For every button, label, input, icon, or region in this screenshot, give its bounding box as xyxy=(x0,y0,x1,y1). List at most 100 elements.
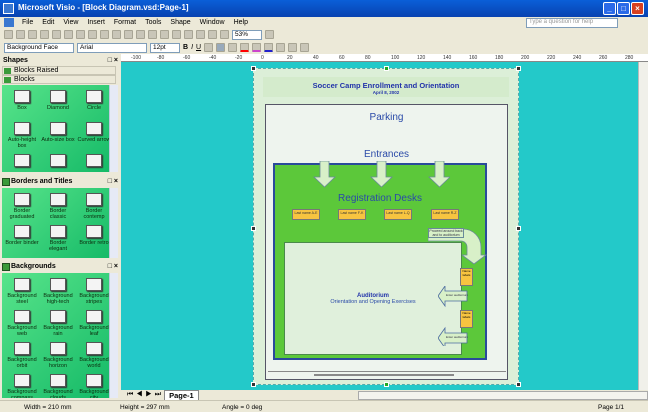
align-right-icon[interactable] xyxy=(228,43,238,52)
help-search-input[interactable]: Type a question for help xyxy=(526,18,618,28)
shape-icon xyxy=(50,90,66,103)
paste-icon[interactable] xyxy=(100,30,109,39)
menu-view[interactable]: View xyxy=(63,19,78,26)
redo-icon[interactable] xyxy=(136,30,145,39)
line-weight-icon[interactable] xyxy=(276,43,286,52)
stencil-shape[interactable]: Background horizon xyxy=(41,341,75,371)
connector-icon[interactable] xyxy=(172,30,181,39)
align-center-icon[interactable] xyxy=(216,43,226,52)
selection-handle[interactable] xyxy=(251,66,256,71)
stencil-shape[interactable]: Curved arrow xyxy=(77,121,111,151)
selection-handle[interactable] xyxy=(516,226,521,231)
line-ends-icon[interactable] xyxy=(300,43,310,52)
scrollbar[interactable] xyxy=(109,273,118,398)
menu-edit[interactable]: Edit xyxy=(42,19,54,26)
menu-shape[interactable]: Shape xyxy=(170,19,190,26)
vertical-scrollbar[interactable] xyxy=(638,62,648,390)
menu-tools[interactable]: Tools xyxy=(145,19,161,26)
page-nav-icon[interactable]: ⏮◀▶⏭ xyxy=(127,391,164,399)
stencil-shape[interactable]: Background orbit xyxy=(5,341,39,371)
bold-button[interactable]: B xyxy=(183,44,188,51)
title-bar: Microsoft Visio - [Block Diagram.vsd:Pag… xyxy=(0,0,648,17)
selection-handle[interactable] xyxy=(384,66,389,71)
spelling-icon[interactable] xyxy=(64,30,73,39)
zoom-select[interactable]: 53% xyxy=(232,29,262,40)
stencil-shape[interactable]: Border contemp xyxy=(77,192,111,222)
shape-icon xyxy=(50,374,66,387)
selection-handle[interactable] xyxy=(251,226,256,231)
font-select[interactable]: Arial xyxy=(77,42,147,53)
font-size-select[interactable]: 12pt xyxy=(150,42,180,53)
save-icon[interactable] xyxy=(28,30,37,39)
menu-file[interactable]: File xyxy=(22,19,33,26)
undo-icon[interactable] xyxy=(124,30,133,39)
print-icon[interactable] xyxy=(40,30,49,39)
stencil-shape[interactable] xyxy=(41,153,75,172)
cut-icon[interactable] xyxy=(76,30,85,39)
stencil-shape[interactable] xyxy=(77,153,111,172)
pointer-tool-icon[interactable] xyxy=(160,30,169,39)
menu-window[interactable]: Window xyxy=(200,19,225,26)
menu-format[interactable]: Format xyxy=(114,19,136,26)
minimize-button[interactable]: _ xyxy=(603,2,616,15)
stencil-blocks-raised[interactable]: Blocks Raised xyxy=(2,66,116,75)
stencil-shape[interactable]: Box xyxy=(5,89,39,119)
selection-handle[interactable] xyxy=(384,382,389,387)
close-icon[interactable]: □ × xyxy=(108,56,118,66)
selection-handle[interactable] xyxy=(251,382,256,387)
close-icon[interactable]: □ × xyxy=(108,177,118,187)
style-select[interactable]: Background Face xyxy=(4,42,74,53)
new-icon[interactable] xyxy=(4,30,13,39)
tab-page-1[interactable]: Page-1 xyxy=(164,389,199,401)
line-icon[interactable] xyxy=(208,30,217,39)
italic-button[interactable]: I xyxy=(191,44,193,51)
font-color-icon[interactable] xyxy=(240,43,250,52)
stencil-shape[interactable]: Background stripes xyxy=(77,277,111,307)
line-pattern-icon[interactable] xyxy=(288,43,298,52)
text-tool-icon[interactable] xyxy=(184,30,193,39)
help-icon[interactable] xyxy=(265,30,274,39)
stencil-shape[interactable]: Background high-tech xyxy=(41,277,75,307)
stencil-shape[interactable]: Background leaf xyxy=(77,309,111,339)
stencil-shape[interactable]: Background steel xyxy=(5,277,39,307)
line-color-icon[interactable] xyxy=(252,43,262,52)
stencil-shape[interactable]: Auto-height box xyxy=(5,121,39,151)
stencil-shape[interactable]: Border graduated xyxy=(5,192,39,222)
stencil-shape[interactable]: Auto-size box xyxy=(41,121,75,151)
maximize-button[interactable]: □ xyxy=(617,2,630,15)
stencil-shape[interactable]: Background city xyxy=(77,373,111,398)
close-button[interactable]: × xyxy=(631,2,644,15)
align-left-icon[interactable] xyxy=(204,43,214,52)
open-icon[interactable] xyxy=(16,30,25,39)
stencil-shape[interactable]: Border retro xyxy=(77,224,111,254)
stencil-icon xyxy=(4,77,11,83)
stencil-shape[interactable]: Border classic xyxy=(41,192,75,222)
stencil-shape[interactable]: Background compass xyxy=(5,373,39,398)
close-icon[interactable]: □ × xyxy=(108,262,118,272)
horizontal-scrollbar[interactable] xyxy=(358,390,648,400)
stencil-shape[interactable]: Diamond xyxy=(41,89,75,119)
scrollbar[interactable] xyxy=(109,85,118,172)
menu-insert[interactable]: Insert xyxy=(87,19,105,26)
rotate-icon[interactable] xyxy=(220,30,229,39)
shapes-icon[interactable] xyxy=(148,30,157,39)
fill-color-icon[interactable] xyxy=(264,43,274,52)
stencil-shape[interactable]: Background clouds xyxy=(41,373,75,398)
stencil-shape[interactable]: Border elegant xyxy=(41,224,75,254)
scrollbar[interactable] xyxy=(109,188,118,258)
stencil-shape[interactable]: Circle xyxy=(77,89,111,119)
format-painter-icon[interactable] xyxy=(112,30,121,39)
menu-help[interactable]: Help xyxy=(234,19,248,26)
stencil-shape[interactable]: Background web xyxy=(5,309,39,339)
rectangle-icon[interactable] xyxy=(196,30,205,39)
stencil-shape[interactable]: Border binder xyxy=(5,224,39,254)
selection-handle[interactable] xyxy=(516,66,521,71)
stencil-shape[interactable]: Background world xyxy=(77,341,111,371)
stencil-shape[interactable] xyxy=(5,153,39,172)
selection-handle[interactable] xyxy=(516,382,521,387)
stencil-shape[interactable]: Background rain xyxy=(41,309,75,339)
stencil-blocks[interactable]: Blocks xyxy=(2,75,116,84)
copy-icon[interactable] xyxy=(88,30,97,39)
underline-button[interactable]: U xyxy=(196,44,201,51)
preview-icon[interactable] xyxy=(52,30,61,39)
